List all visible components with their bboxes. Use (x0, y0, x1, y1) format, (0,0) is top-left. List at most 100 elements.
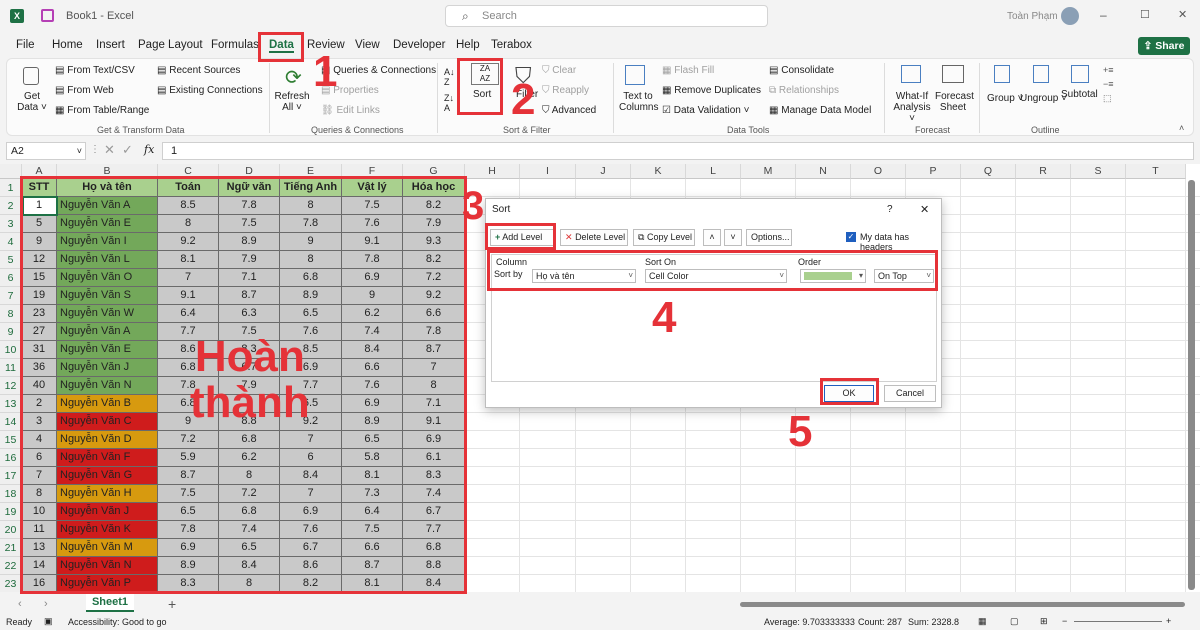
avatar[interactable] (1061, 7, 1079, 25)
queries-connections-button[interactable]: ▤ Queries & Connections (321, 65, 436, 76)
user-name[interactable]: Toàn Phạm (1007, 11, 1058, 22)
forecast-sheet-button[interactable]: Forecast Sheet (935, 91, 974, 113)
row-header-22[interactable]: 22 (0, 557, 22, 575)
column-header-r[interactable]: R (1016, 164, 1071, 179)
column-header-q[interactable]: Q (961, 164, 1016, 179)
tab-help[interactable]: Help (456, 39, 480, 51)
view-page-break-icon[interactable]: ⊞ (1040, 616, 1048, 627)
row-header-23[interactable]: 23 (0, 575, 22, 592)
column-header-m[interactable]: M (741, 164, 796, 179)
maximize-button[interactable]: ☐ (1140, 8, 1150, 21)
row-header-20[interactable]: 20 (0, 521, 22, 539)
row-header-1[interactable]: 1 (0, 179, 22, 197)
row-header-19[interactable]: 19 (0, 503, 22, 521)
row-header-5[interactable]: 5 (0, 251, 22, 269)
enter-icon[interactable]: ✓ (122, 142, 133, 158)
minimize-button[interactable]: – (1100, 8, 1107, 22)
from-table-button[interactable]: ▦ From Table/Range (55, 105, 149, 116)
group-button[interactable]: Group ˅ (987, 93, 1023, 104)
ungroup-button[interactable]: Ungroup ˅ (1020, 93, 1067, 104)
tab-insert[interactable]: Insert (96, 39, 125, 51)
share-button[interactable]: ⇪ Share (1138, 37, 1190, 55)
row-header-12[interactable]: 12 (0, 377, 22, 395)
show-hide-detail-icon[interactable]: +≡ −≡ ⬚ (1103, 63, 1114, 105)
column-header-t[interactable]: T (1126, 164, 1186, 179)
dialog-close-button[interactable]: ✕ (920, 203, 929, 216)
text-to-columns-button[interactable]: Text to Columns (619, 91, 658, 113)
tab-view[interactable]: View (355, 39, 380, 51)
close-button[interactable]: ✕ (1178, 8, 1187, 21)
search-box[interactable]: ⌕ Search (445, 5, 768, 27)
zoom-in-icon[interactable]: + (1166, 616, 1171, 626)
recent-sources-button[interactable]: ▤ Recent Sources (157, 65, 240, 76)
tab-formulas[interactable]: Formulas (211, 39, 259, 51)
column-header-s[interactable]: S (1071, 164, 1126, 179)
existing-connections-button[interactable]: ▤ Existing Connections (157, 85, 263, 96)
zoom-out-icon[interactable]: − (1062, 616, 1067, 626)
collapse-ribbon-icon[interactable]: ˄ (1179, 123, 1184, 133)
clear-button[interactable]: ⛉ Clear (542, 65, 576, 76)
row-header-7[interactable]: 7 (0, 287, 22, 305)
row-header-21[interactable]: 21 (0, 539, 22, 557)
sort-za-icon[interactable]: Z↓ A (444, 93, 454, 113)
row-header-4[interactable]: 4 (0, 233, 22, 251)
from-web-button[interactable]: ▤ From Web (55, 85, 114, 96)
column-header-k[interactable]: K (631, 164, 686, 179)
formula-input[interactable]: 1 (162, 142, 1194, 160)
column-header-o[interactable]: O (851, 164, 906, 179)
headers-checkbox[interactable]: ✓ (846, 232, 856, 242)
row-header-8[interactable]: 8 (0, 305, 22, 323)
sort-az-icon[interactable]: A↓ Z (444, 67, 455, 87)
row-header-10[interactable]: 10 (0, 341, 22, 359)
relationships-button[interactable]: ⧉ Relationships (769, 85, 839, 96)
tab-file[interactable]: File (16, 39, 35, 51)
help-button[interactable]: ? (887, 204, 893, 215)
edit-links-button[interactable]: ⛓ Edit Links (321, 105, 380, 116)
column-header-n[interactable]: N (796, 164, 851, 179)
delete-level-button[interactable]: ✕ Delete Level (560, 229, 628, 246)
row-header-14[interactable]: 14 (0, 413, 22, 431)
sheet-tab-sheet1[interactable]: Sheet1 (86, 594, 134, 612)
name-box[interactable]: A2 ˅ (6, 142, 86, 160)
tab-terabox[interactable]: Terabox (491, 39, 532, 51)
row-header-2[interactable]: 2 (0, 197, 22, 215)
column-header-p[interactable]: P (906, 164, 961, 179)
manage-data-model-button[interactable]: ▦ Manage Data Model (769, 105, 871, 116)
macro-icon[interactable]: ▣ (44, 616, 53, 627)
horizontal-scrollbar[interactable] (740, 602, 1185, 607)
zoom-slider[interactable] (1074, 621, 1162, 622)
tab-page-layout[interactable]: Page Layout (138, 39, 203, 51)
reapply-button[interactable]: ⛉ Reapply (542, 85, 589, 96)
row-header-13[interactable]: 13 (0, 395, 22, 413)
row-header-17[interactable]: 17 (0, 467, 22, 485)
row-header-15[interactable]: 15 (0, 431, 22, 449)
accessibility-status[interactable]: Accessibility: Good to go (68, 617, 167, 627)
options-button[interactable]: Options... (746, 229, 792, 246)
vertical-scrollbar[interactable] (1188, 180, 1195, 590)
row-header-6[interactable]: 6 (0, 269, 22, 287)
column-header-h[interactable]: H (465, 164, 520, 179)
row-header-16[interactable]: 16 (0, 449, 22, 467)
row-header-11[interactable]: 11 (0, 359, 22, 377)
save-icon[interactable] (41, 9, 54, 22)
select-all-corner[interactable] (0, 164, 22, 179)
view-page-layout-icon[interactable]: ▢ (1010, 616, 1019, 627)
advanced-button[interactable]: ⛉ Advanced (542, 105, 596, 116)
move-up-button[interactable]: ˄ (703, 229, 721, 246)
column-header-l[interactable]: L (686, 164, 741, 179)
view-normal-icon[interactable]: ▦ (978, 616, 987, 627)
what-if-button[interactable]: What-If Analysis ˅ (891, 91, 933, 124)
column-header-j[interactable]: J (576, 164, 631, 179)
tab-developer[interactable]: Developer (393, 39, 445, 51)
consolidate-button[interactable]: ▤ Consolidate (769, 65, 834, 76)
move-down-button[interactable]: ˅ (724, 229, 742, 246)
tab-home[interactable]: Home (52, 39, 83, 51)
insert-function-icon[interactable]: fx (144, 143, 154, 156)
flash-fill-button[interactable]: ▦ Flash Fill (662, 65, 714, 76)
copy-level-button[interactable]: ⧉ Copy Level (633, 229, 695, 246)
subtotal-button[interactable]: Subtotal (1061, 89, 1098, 100)
row-header-3[interactable]: 3 (0, 215, 22, 233)
data-validation-button[interactable]: ☑ Data Validation ˅ (662, 105, 749, 116)
remove-duplicates-button[interactable]: ▦ Remove Duplicates (662, 85, 761, 96)
column-header-i[interactable]: I (520, 164, 576, 179)
